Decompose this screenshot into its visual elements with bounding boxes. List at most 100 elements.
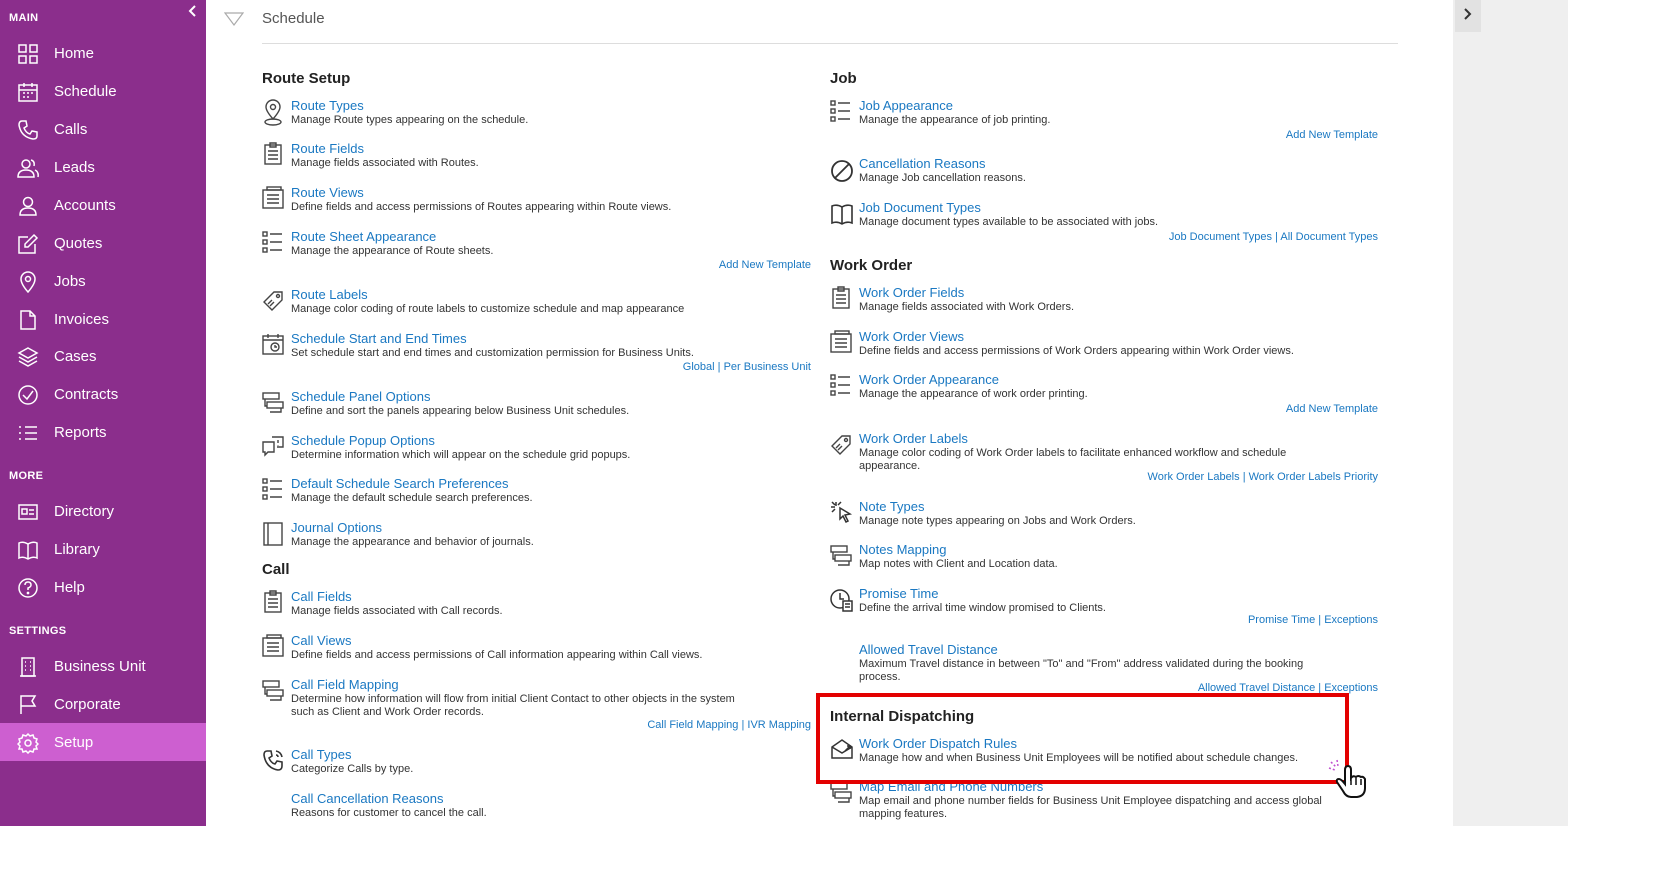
sidebar-item-help[interactable]: Help (0, 568, 206, 606)
travel-distance-exceptions-link[interactable]: Exceptions (1324, 682, 1378, 694)
setting-description-line2: mapping features. (859, 808, 948, 820)
call-views-link[interactable]: Call Views (291, 633, 351, 648)
call-field-mapping-link[interactable]: Call Field Mapping (291, 677, 399, 692)
sidebar-item-home[interactable]: Home (0, 34, 206, 72)
sidebar-item-business-unit[interactable]: Business Unit (0, 647, 206, 685)
section-label-main: MAIN (9, 12, 39, 24)
cancellation-reasons-link[interactable]: Cancellation Reasons (859, 156, 985, 171)
sidebar-item-accounts[interactable]: Accounts (0, 186, 206, 224)
call-field-mapping-sublink[interactable]: Call Field Mapping (647, 719, 738, 731)
link-separator: | (1318, 682, 1322, 694)
sidebar-item-cases[interactable]: Cases (0, 337, 206, 375)
work-order-labels-sublink[interactable]: Work Order Labels (1148, 471, 1240, 483)
sidebar-item-invoices[interactable]: Invoices (0, 300, 206, 338)
building-icon (17, 656, 39, 678)
route-fields-link[interactable]: Route Fields (291, 141, 364, 156)
sidebar-item-schedule[interactable]: Schedule (0, 72, 206, 110)
work-order-labels-link[interactable]: Work Order Labels (859, 431, 968, 446)
sidebar-item-quotes[interactable]: Quotes (0, 224, 206, 262)
sidebar-item-corporate[interactable]: Corporate (0, 685, 206, 723)
tag-icon (830, 432, 852, 456)
sidebar-item-label: Leads (54, 159, 95, 176)
route-views-link[interactable]: Route Views (291, 185, 364, 200)
sidebar-item-label: Contracts (54, 386, 119, 403)
job-appearance-link[interactable]: Job Appearance (859, 98, 953, 113)
note-types-link[interactable]: Note Types (859, 499, 925, 514)
sidebar-item-contracts[interactable]: Contracts (0, 375, 206, 413)
work-order-appearance-link[interactable]: Work Order Appearance (859, 372, 999, 387)
work-order-fields-link[interactable]: Work Order Fields (859, 285, 964, 300)
setting-description: Manage the appearance of Route sheets. (291, 245, 494, 257)
sidebar-item-label: Business Unit (54, 658, 146, 675)
call-cancellation-reasons-link[interactable]: Call Cancellation Reasons (291, 791, 443, 806)
schedule-popup-options-link[interactable]: Schedule Popup Options (291, 433, 435, 448)
setting-description: Manage the appearance and behavior of jo… (291, 536, 534, 548)
sidebar-item-directory[interactable]: Directory (0, 492, 206, 530)
sidebar-item-label: Jobs (54, 273, 86, 290)
sidebar-item-reports[interactable]: Reports (0, 413, 206, 451)
sidebar-item-label: Accounts (54, 197, 116, 214)
wo-add-template-link[interactable]: Add New Template (1260, 403, 1378, 415)
job-document-types-link[interactable]: Job Document Types (859, 200, 981, 215)
expand-panel-button[interactable] (1455, 0, 1481, 32)
doc-types-links: Job Document Types | All Document Types (1100, 231, 1378, 243)
default-search-preferences-link[interactable]: Default Schedule Search Preferences (291, 476, 509, 491)
list-icon (17, 422, 39, 444)
work-order-labels-priority-link[interactable]: Work Order Labels Priority (1249, 471, 1378, 483)
route-sheet-appearance-link[interactable]: Route Sheet Appearance (291, 229, 436, 244)
section-label-settings: SETTINGS (9, 625, 67, 637)
collapse-section-toggle[interactable] (224, 12, 244, 26)
edit-icon (17, 233, 39, 255)
check-circle-icon (17, 384, 39, 406)
layers-icon (17, 346, 39, 368)
sidebar-item-label: Schedule (54, 83, 117, 100)
work-order-views-link[interactable]: Work Order Views (859, 329, 964, 344)
sidebar-item-leads[interactable]: Leads (0, 148, 206, 186)
promise-time-exceptions-link[interactable]: Exceptions (1324, 614, 1378, 626)
ivr-mapping-link[interactable]: IVR Mapping (747, 719, 811, 731)
sidebar-item-setup[interactable]: Setup (0, 723, 206, 761)
all-document-types-link[interactable]: All Document Types (1280, 231, 1378, 243)
file-icon (17, 309, 39, 331)
setting-description: Reasons for customer to cancel the call. (291, 807, 487, 819)
global-link[interactable]: Global (683, 361, 715, 373)
chevron-right-icon (1464, 8, 1472, 20)
checklist-icon (262, 230, 284, 254)
link-separator: | (1318, 614, 1322, 626)
work-order-dispatch-rules-link[interactable]: Work Order Dispatch Rules (859, 736, 1017, 751)
call-types-link[interactable]: Call Types (291, 747, 351, 762)
setting-description-line2: appearance. (859, 460, 921, 472)
journal-options-link[interactable]: Journal Options (291, 520, 382, 535)
job-add-template-link[interactable]: Add New Template (1260, 129, 1378, 141)
route-labels-link[interactable]: Route Labels (291, 287, 368, 302)
setting-description: Manage the default schedule search prefe… (291, 492, 533, 504)
schedule-panel-options-link[interactable]: Schedule Panel Options (291, 389, 430, 404)
route-types-link[interactable]: Route Types (291, 98, 364, 113)
job-document-types-sublink[interactable]: Job Document Types (1169, 231, 1272, 243)
route-sheet-add-template-link[interactable]: Add New Template (700, 259, 811, 271)
sidebar-item-calls[interactable]: Calls (0, 110, 206, 148)
phone-icon (262, 748, 284, 772)
per-business-unit-link[interactable]: Per Business Unit (724, 361, 811, 373)
allowed-travel-distance-link[interactable]: Allowed Travel Distance (859, 642, 998, 657)
sidebar-item-library[interactable]: Library (0, 530, 206, 568)
sidebar-item-jobs[interactable]: Jobs (0, 262, 206, 300)
call-fields-link[interactable]: Call Fields (291, 589, 352, 604)
cursor-click-icon (830, 500, 853, 524)
link-separator: | (741, 719, 745, 731)
notes-mapping-link[interactable]: Notes Mapping (859, 542, 946, 557)
allowed-travel-distance-sublink[interactable]: Allowed Travel Distance (1198, 682, 1315, 694)
sidebar-item-label: Home (54, 45, 95, 62)
clipboard-icon (830, 286, 852, 310)
promise-time-sublink[interactable]: Promise Time (1248, 614, 1315, 626)
link-separator: | (717, 361, 721, 373)
mapping-icon (262, 678, 284, 702)
calendar-clock-icon (262, 332, 284, 356)
setting-description: Manage the appearance of job printing. (859, 114, 1051, 126)
mapping-icon (830, 780, 852, 804)
collapse-sidebar-button[interactable] (184, 3, 202, 21)
calendar-icon (17, 81, 39, 103)
promise-time-link[interactable]: Promise Time (859, 586, 938, 601)
map-email-phone-link[interactable]: Map Email and Phone Numbers (859, 779, 1043, 794)
schedule-start-end-link[interactable]: Schedule Start and End Times (291, 331, 467, 346)
